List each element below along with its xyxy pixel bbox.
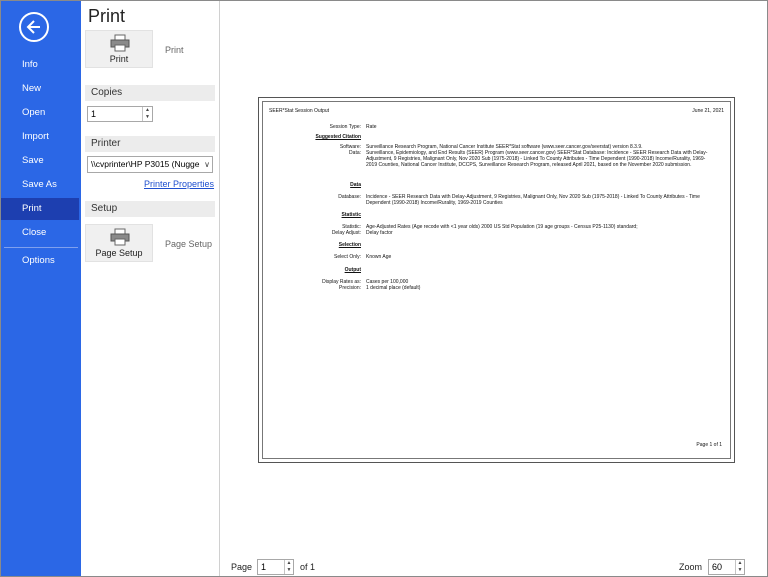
session-type-label: Session Type:	[329, 124, 361, 130]
stepper-up-icon[interactable]: ▲	[143, 107, 152, 114]
suggested-citation-header: Suggested Citation	[315, 134, 361, 140]
zoom-input[interactable]: 60 ▲ ▼	[708, 559, 745, 575]
preview-page[interactable]: SEER*Stat Session Output June 21, 2021 S…	[258, 97, 735, 463]
page-setup-side-label: Page Setup	[165, 239, 213, 249]
selection-section-header: Selection	[338, 242, 361, 248]
zoom-label: Zoom	[679, 562, 703, 572]
page-setup-button-label: Page Setup	[95, 248, 143, 258]
printer-section-header: Printer	[85, 136, 215, 152]
nav-item-import[interactable]: Import	[1, 126, 79, 148]
nav-item-open[interactable]: Open	[1, 102, 79, 124]
setup-section-header: Setup	[85, 201, 215, 217]
nav-divider	[4, 247, 78, 248]
print-button[interactable]: Print	[85, 30, 153, 68]
print-side-label: Print	[165, 45, 184, 55]
page-footer: Page 1 of 1	[696, 442, 722, 448]
zoom-value: 60	[712, 562, 723, 572]
printer-icon	[110, 34, 130, 52]
print-settings-panel: Print Print Print Copies 1 ▲ ▼ Printer \…	[81, 1, 219, 576]
back-button[interactable]	[19, 12, 49, 42]
data-label: Data:	[349, 150, 361, 156]
page-label: Page	[231, 562, 253, 572]
printer-properties-link[interactable]: Printer Properties	[144, 179, 214, 189]
nav-item-save-as[interactable]: Save As	[1, 174, 79, 196]
copies-stepper[interactable]: 1 ▲ ▼	[87, 106, 153, 122]
page-up-icon[interactable]: ▲	[285, 560, 293, 567]
output-section-header: Output	[344, 267, 361, 273]
chevron-down-icon: ∨	[202, 157, 210, 172]
printer-selected-value: \\cvprinter\HP P3015 (Nugge	[91, 159, 200, 169]
statistic-value: Age-Adjusted Rates (Age recode with <1 y…	[366, 224, 638, 230]
nav-item-new[interactable]: New	[1, 78, 79, 100]
delay-adjust-label: Delay Adjust:	[331, 230, 361, 236]
copies-stepper-arrows: ▲ ▼	[142, 107, 152, 121]
page-setup-button[interactable]: Page Setup	[85, 224, 153, 262]
backstage-nav: Info New Open Import Save Save As Print …	[1, 1, 81, 576]
page-down-icon[interactable]: ▼	[285, 567, 293, 574]
preview-page-border: SEER*Stat Session Output June 21, 2021 S…	[262, 101, 731, 459]
database-value: Incidence - SEER Research Data with Dela…	[366, 194, 700, 206]
print-preview-area: SEER*Stat Session Output June 21, 2021 S…	[220, 1, 767, 576]
print-window: Info New Open Import Save Save As Print …	[0, 0, 768, 577]
precision-value: 1 decimal place (default)	[366, 285, 421, 291]
nav-item-info[interactable]: Info	[1, 54, 79, 76]
page-number-value: 1	[261, 562, 267, 572]
page-setup-printer-icon	[110, 228, 130, 246]
stepper-down-icon[interactable]: ▼	[143, 114, 152, 121]
page-header-right: June 21, 2021	[692, 108, 724, 114]
zoom-down-icon[interactable]: ▼	[736, 567, 744, 574]
zoom-up-icon[interactable]: ▲	[736, 560, 744, 567]
page-title: Print	[88, 6, 126, 26]
print-button-label: Print	[109, 54, 129, 64]
session-type-value: Rate	[366, 124, 377, 130]
data-section-header: Data	[350, 182, 361, 188]
nav-item-options[interactable]: Options	[1, 250, 79, 272]
precision-label: Precision:	[339, 285, 361, 291]
nav-item-save[interactable]: Save	[1, 150, 79, 172]
page-count-label: of 1	[300, 562, 316, 572]
page-header-left: SEER*Stat Session Output	[269, 108, 330, 114]
statistic-section-header: Statistic	[341, 212, 361, 218]
delay-adjust-value: Delay factor	[366, 230, 393, 236]
page-number-input[interactable]: 1 ▲ ▼	[257, 559, 294, 575]
database-label: Database:	[338, 194, 361, 200]
copies-value: 1	[91, 109, 97, 119]
select-only-label: Select Only:	[334, 254, 361, 260]
nav-item-close[interactable]: Close	[1, 222, 79, 244]
copies-section-header: Copies	[85, 85, 215, 101]
printer-select[interactable]: \\cvprinter\HP P3015 (Nugge ∨	[87, 156, 213, 173]
page-stepper-arrows: ▲ ▼	[284, 560, 293, 574]
data-value: Surveillance, Epidemiology, and End Resu…	[366, 150, 708, 168]
nav-item-print[interactable]: Print	[1, 198, 79, 220]
zoom-stepper-arrows: ▲ ▼	[735, 560, 744, 574]
select-only-value: Known Age	[366, 254, 392, 260]
back-arrow-icon	[26, 20, 40, 34]
